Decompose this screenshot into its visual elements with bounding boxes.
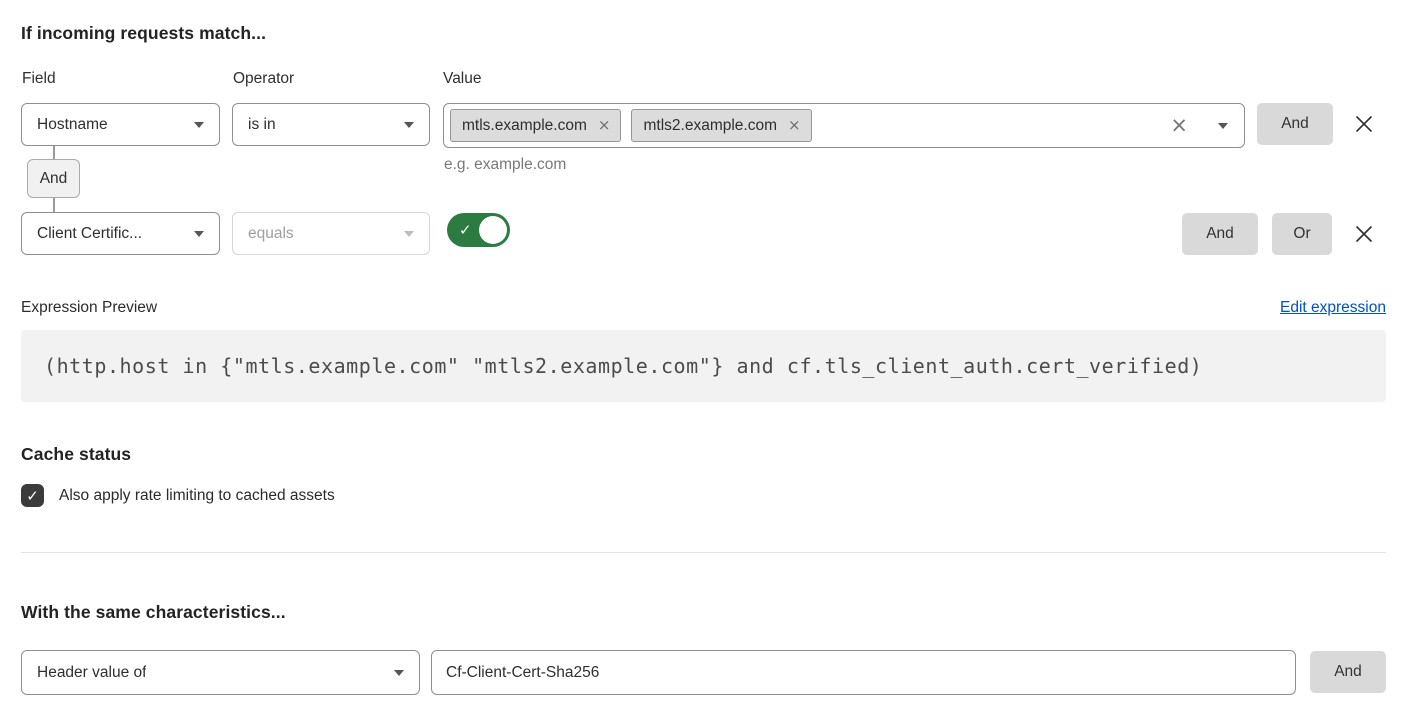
value-helper-text: e.g. example.com xyxy=(444,156,566,174)
remove-tag-icon[interactable]: × xyxy=(598,118,611,133)
value-tag-label: mtls2.example.com xyxy=(643,117,777,135)
remove-condition-icon-row2[interactable] xyxy=(1352,222,1376,246)
toggle-knob xyxy=(479,216,507,244)
field-select-row1[interactable]: Hostname xyxy=(21,103,220,146)
value-tag-label: mtls.example.com xyxy=(462,117,587,135)
value-tag: mtls.example.com × xyxy=(450,109,621,142)
chevron-down-icon xyxy=(194,231,204,237)
connector-line xyxy=(53,146,55,159)
field-label: Field xyxy=(22,70,56,88)
chevron-down-icon xyxy=(394,670,404,676)
match-section-heading: If incoming requests match... xyxy=(21,23,266,44)
characteristic-select-value: Header value of xyxy=(37,664,146,682)
value-multiselect-row1[interactable]: mtls.example.com × mtls2.example.com × × xyxy=(443,103,1245,148)
field-select-row1-value: Hostname xyxy=(37,116,108,134)
close-icon xyxy=(1353,223,1375,245)
field-select-row2[interactable]: Client Certific... xyxy=(21,212,220,255)
operator-select-row2-disabled: equals xyxy=(232,212,430,255)
chevron-down-icon xyxy=(404,122,414,128)
and-button-row2[interactable]: And xyxy=(1182,213,1258,255)
chevron-down-icon[interactable] xyxy=(1218,123,1228,129)
rate-limit-rule-builder: If incoming requests match... Field Oper… xyxy=(0,0,1420,720)
cached-assets-checkbox[interactable]: ✓ xyxy=(21,484,44,507)
edit-expression-link[interactable]: Edit expression xyxy=(1280,299,1386,317)
section-divider xyxy=(21,552,1386,553)
expression-code: (http.host in {"mtls.example.com" "mtls2… xyxy=(21,330,1386,402)
value-tag: mtls2.example.com × xyxy=(631,109,811,142)
close-icon xyxy=(1353,113,1375,135)
operator-select-row1-value: is in xyxy=(248,116,276,134)
value-label: Value xyxy=(443,70,482,88)
field-select-row2-value: Client Certific... xyxy=(37,225,142,243)
operator-select-row2-value: equals xyxy=(248,225,294,243)
operator-select-row1[interactable]: is in xyxy=(232,103,430,146)
connector-line xyxy=(53,198,55,212)
cached-assets-checkbox-label: Also apply rate limiting to cached asset… xyxy=(59,487,335,505)
expression-preview-label: Expression Preview xyxy=(21,299,157,317)
remove-tag-icon[interactable]: × xyxy=(788,118,801,133)
clear-values-icon[interactable]: × xyxy=(1170,115,1188,136)
characteristic-header-input[interactable] xyxy=(431,650,1296,695)
or-button-row2[interactable]: Or xyxy=(1272,213,1332,255)
chevron-down-icon xyxy=(404,231,414,237)
check-icon: ✓ xyxy=(26,487,39,505)
cache-status-heading: Cache status xyxy=(21,444,131,465)
value-toggle-on[interactable]: ✓ xyxy=(447,213,510,247)
remove-condition-icon-row1[interactable] xyxy=(1352,112,1376,136)
chevron-down-icon xyxy=(194,122,204,128)
and-connector-chip[interactable]: And xyxy=(27,159,80,198)
and-button-row1[interactable]: And xyxy=(1257,103,1333,145)
and-button-characteristics[interactable]: And xyxy=(1310,651,1386,693)
operator-label: Operator xyxy=(233,70,294,88)
check-icon: ✓ xyxy=(459,220,472,240)
characteristic-select[interactable]: Header value of xyxy=(21,650,420,695)
characteristics-heading: With the same characteristics... xyxy=(21,602,286,623)
